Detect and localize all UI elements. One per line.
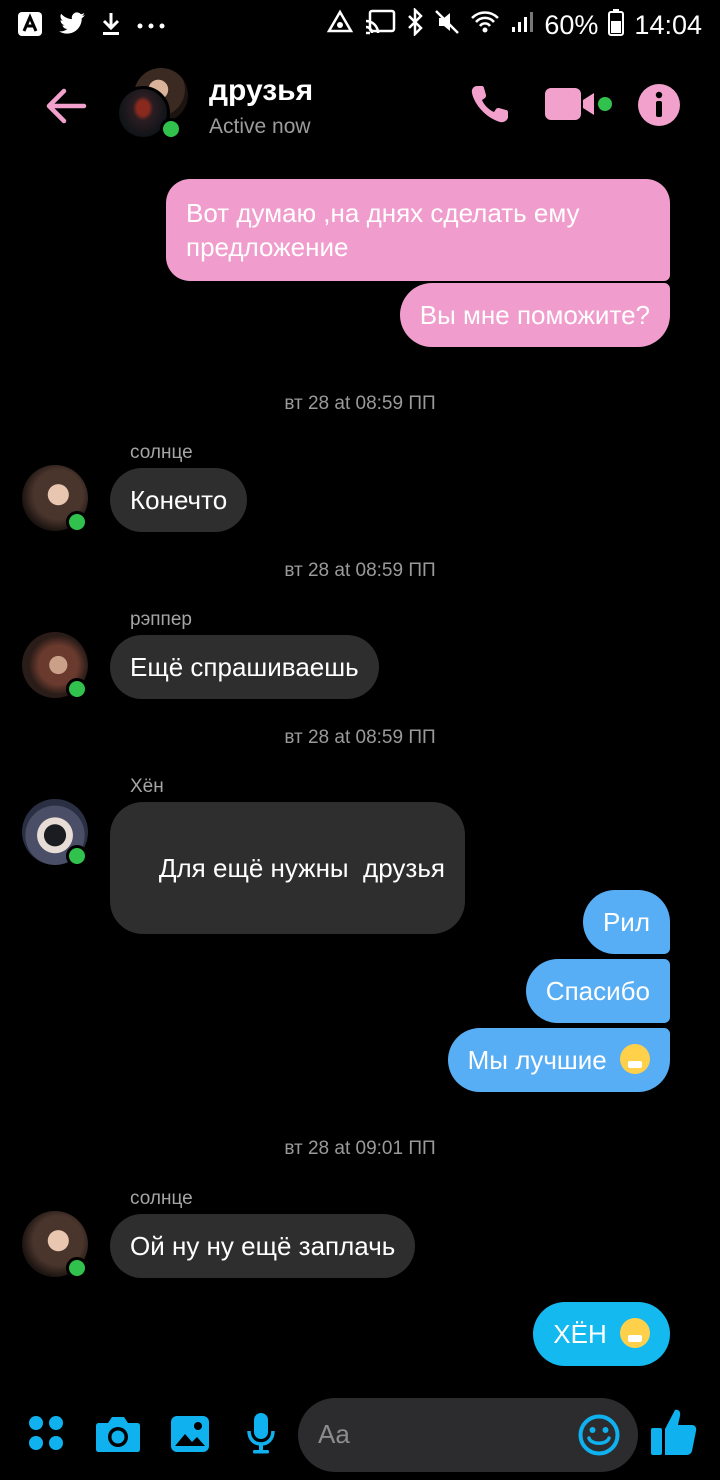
outgoing-message[interactable]: Спасибо bbox=[525, 959, 670, 1023]
active-status: Active now bbox=[209, 115, 311, 138]
more-actions-button[interactable] bbox=[28, 1415, 64, 1456]
outgoing-message[interactable]: Мы лучшие bbox=[447, 1028, 670, 1092]
timestamp: вт 28 at 08:59 ПП bbox=[284, 393, 436, 414]
camera-icon bbox=[96, 1417, 140, 1452]
microphone-icon bbox=[247, 1413, 275, 1454]
smiley-face-icon bbox=[578, 1414, 620, 1456]
clock: 14:04 bbox=[634, 10, 702, 40]
sneezing-face-emoji bbox=[620, 1044, 650, 1074]
incoming-message[interactable]: Ещё спрашиваешь bbox=[110, 635, 379, 699]
face-with-steam-emoji bbox=[620, 1318, 650, 1348]
cast-icon bbox=[364, 9, 396, 42]
mute-icon bbox=[434, 9, 460, 42]
online-indicator bbox=[66, 1257, 88, 1279]
data-saver-icon bbox=[326, 9, 354, 42]
outgoing-message[interactable]: ХЁН bbox=[533, 1302, 670, 1366]
sender-name: рэппер bbox=[130, 609, 192, 630]
thumbs-up-icon bbox=[651, 1409, 697, 1455]
message-text: Спасибо bbox=[545, 976, 650, 1006]
more-notifications-icon bbox=[136, 18, 166, 36]
message-text: Мы лучшие bbox=[467, 1045, 607, 1075]
outgoing-message[interactable]: Рил bbox=[582, 890, 670, 954]
timestamp: вт 28 at 08:59 ПП bbox=[284, 560, 436, 581]
outgoing-message[interactable]: Вот думаю ,на днях сделать ему предложен… bbox=[166, 179, 670, 281]
sender-name: солнце bbox=[130, 1188, 193, 1209]
video-camera-icon bbox=[545, 88, 612, 120]
app-notification-icon bbox=[16, 10, 44, 43]
group-avatar[interactable] bbox=[116, 68, 190, 142]
video-call-button[interactable] bbox=[544, 84, 616, 129]
chat-title[interactable]: друзья bbox=[209, 74, 313, 108]
message-text: Конечто bbox=[130, 485, 228, 515]
timestamp: вт 28 at 08:59 ПП bbox=[284, 727, 436, 748]
like-button[interactable] bbox=[650, 1407, 698, 1462]
message-text: Рил bbox=[602, 907, 650, 937]
voice-message-button[interactable] bbox=[246, 1412, 276, 1459]
online-indicator bbox=[66, 678, 88, 700]
four-dots-icon bbox=[29, 1416, 63, 1450]
online-indicator bbox=[66, 511, 88, 533]
online-indicator bbox=[160, 118, 182, 140]
message-text: Вот думаю ,на днях сделать ему предложен… bbox=[186, 198, 580, 262]
message-input[interactable] bbox=[318, 1414, 558, 1454]
message-composer bbox=[0, 1395, 720, 1480]
message-list: Вот думаю ,на днях сделать ему предложен… bbox=[0, 170, 720, 1380]
signal-icon bbox=[510, 10, 534, 41]
phone-icon bbox=[471, 86, 508, 123]
info-icon bbox=[638, 84, 680, 126]
message-text: Для ещё нужны друзья bbox=[158, 853, 445, 883]
gallery-button[interactable] bbox=[170, 1415, 210, 1458]
twitter-icon bbox=[58, 12, 86, 41]
timestamp: вт 28 at 09:01 ПП bbox=[284, 1138, 436, 1159]
message-text: Ой ну ну ещё заплачь bbox=[130, 1231, 396, 1261]
chat-header: друзья Active now bbox=[0, 60, 720, 156]
sender-name: Хён bbox=[130, 776, 164, 797]
download-icon bbox=[100, 11, 122, 42]
message-text: ХЁН bbox=[553, 1319, 607, 1349]
outgoing-message[interactable]: Вы мне поможите? bbox=[399, 283, 670, 347]
online-indicator bbox=[66, 845, 88, 867]
message-input-container[interactable] bbox=[298, 1398, 638, 1472]
battery-icon bbox=[608, 8, 625, 43]
image-icon bbox=[171, 1416, 209, 1452]
message-text: Ещё спрашиваешь bbox=[130, 652, 359, 682]
camera-button[interactable] bbox=[95, 1415, 141, 1458]
incoming-message[interactable]: Для ещё нужны друзья bbox=[110, 802, 465, 934]
message-text: Вы мне поможите? bbox=[419, 300, 650, 330]
incoming-message[interactable]: Ой ну ну ещё заплачь bbox=[110, 1214, 416, 1278]
status-bar: 60% 14:04 bbox=[0, 0, 720, 52]
conversation-info-button[interactable] bbox=[637, 83, 681, 132]
wifi-icon bbox=[470, 10, 500, 41]
emoji-button[interactable] bbox=[578, 1414, 620, 1461]
back-button[interactable] bbox=[42, 82, 90, 130]
battery-percent: 60% bbox=[544, 10, 599, 40]
incoming-message[interactable]: Конечто bbox=[110, 468, 248, 532]
arrow-left-icon bbox=[46, 88, 87, 124]
bluetooth-icon bbox=[406, 6, 424, 43]
voice-call-button[interactable] bbox=[468, 82, 512, 131]
sender-name: солнце bbox=[130, 442, 193, 463]
